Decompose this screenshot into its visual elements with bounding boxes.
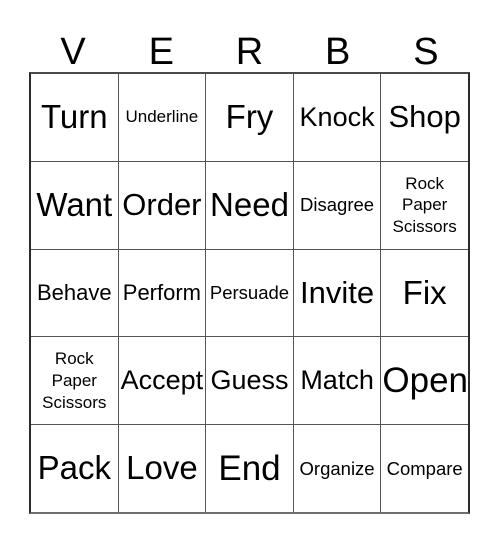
- bingo-cell-label: Rock Paper Scissors: [392, 173, 457, 237]
- bingo-cell[interactable]: Open: [381, 337, 468, 424]
- bingo-cell-label: Love: [126, 449, 198, 487]
- bingo-cell[interactable]: Invite: [294, 249, 382, 337]
- bingo-cell[interactable]: Knock: [294, 74, 382, 161]
- bingo-row: Behave Perform Persuade Invite Fix: [31, 249, 468, 338]
- bingo-cell-free-space[interactable]: Rock Paper Scissors: [31, 337, 119, 425]
- bingo-cell-label: Match: [300, 365, 374, 396]
- bingo-cell[interactable]: Behave: [31, 249, 119, 337]
- bingo-cell-label: Persuade: [209, 282, 290, 304]
- header-letter-2: E: [148, 31, 174, 73]
- bingo-cell-label: Rock Paper Scissors: [42, 349, 107, 412]
- bingo-cell-label: Organize: [299, 457, 375, 479]
- header-letter-4: B: [325, 31, 351, 73]
- bingo-cell-label: Fix: [402, 273, 447, 311]
- bingo-cell-label: End: [218, 449, 281, 489]
- bingo-cell[interactable]: Persuade: [206, 249, 294, 337]
- bingo-cell[interactable]: Pack: [31, 425, 119, 512]
- bingo-cell-label: Behave: [36, 280, 112, 306]
- bingo-cell[interactable]: Perform: [119, 249, 207, 337]
- bingo-cell[interactable]: Accept: [119, 337, 207, 425]
- bingo-cell-label: Knock: [299, 102, 375, 133]
- bingo-cell-label: Turn: [40, 97, 108, 135]
- bingo-cell-label: Accept: [120, 365, 204, 396]
- bingo-cell-label: Shop: [388, 98, 461, 134]
- bingo-cell[interactable]: End: [206, 425, 294, 512]
- bingo-cell[interactable]: Organize: [294, 425, 382, 512]
- bingo-cell[interactable]: Shop: [381, 74, 468, 161]
- bingo-cell-label: Compare: [386, 457, 463, 479]
- bingo-cell[interactable]: Disagree: [294, 161, 382, 249]
- bingo-cell-label: Want: [36, 185, 113, 223]
- bingo-cell-free-space[interactable]: Rock Paper Scissors: [381, 162, 468, 249]
- bingo-cell-label: Perform: [122, 280, 202, 306]
- bingo-row: Pack Love End Organize Compare: [31, 425, 468, 512]
- bingo-cell-label: Invite: [300, 274, 375, 310]
- bingo-cell[interactable]: Guess: [206, 337, 294, 425]
- bingo-cell[interactable]: Order: [119, 161, 207, 249]
- bingo-cell[interactable]: Fry: [206, 74, 294, 161]
- header-letter-5: S: [413, 31, 439, 73]
- header-letter-1: V: [60, 31, 86, 73]
- bingo-cell[interactable]: Compare: [381, 425, 468, 512]
- bingo-row: Rock Paper Scissors Accept Guess Match Open: [31, 337, 468, 426]
- bingo-card-header: V E R B S: [29, 18, 470, 72]
- bingo-cell-label: Need: [210, 185, 289, 223]
- bingo-cell[interactable]: Match: [294, 337, 382, 425]
- bingo-cell-label: Open: [382, 361, 468, 401]
- bingo-cell[interactable]: Turn: [31, 74, 119, 161]
- bingo-cell-label: Underline: [125, 107, 199, 127]
- bingo-cell[interactable]: Underline: [119, 74, 207, 161]
- bingo-grid: Turn Underline Fry Knock Shop Want Order Need Di…: [29, 72, 470, 514]
- bingo-cell[interactable]: Love: [119, 425, 207, 512]
- header-letter-3: R: [235, 31, 264, 73]
- bingo-cell[interactable]: Fix: [381, 250, 468, 337]
- bingo-cell-label: Fry: [225, 97, 274, 135]
- bingo-cell-label: Disagree: [300, 194, 375, 216]
- bingo-cell[interactable]: Want: [31, 161, 119, 249]
- bingo-card: V E R B S Turn Underline Fry Knock Shop Want O…: [0, 0, 500, 544]
- bingo-cell-label: Pack: [37, 449, 111, 487]
- bingo-cell-label: Guess: [210, 365, 289, 396]
- bingo-row: Want Order Need Disagree Rock Paper Scissors: [31, 161, 468, 250]
- bingo-row: Turn Underline Fry Knock Shop: [31, 74, 468, 162]
- bingo-cell-label: Order: [122, 186, 202, 222]
- bingo-cell[interactable]: Need: [206, 161, 294, 249]
